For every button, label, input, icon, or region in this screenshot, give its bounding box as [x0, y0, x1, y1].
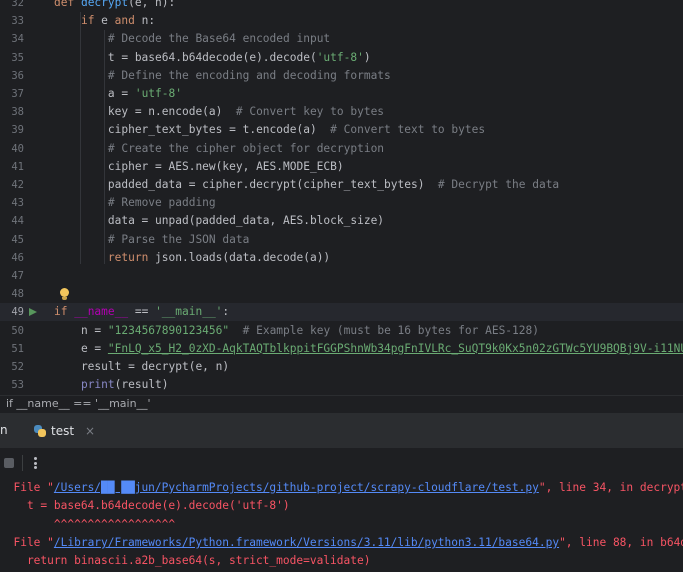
- more-icon[interactable]: [34, 457, 37, 469]
- line-number: 32: [11, 0, 24, 9]
- run-tool-window-label[interactable]: n: [0, 423, 8, 437]
- run-icon[interactable]: [29, 308, 37, 317]
- close-icon[interactable]: ×: [85, 424, 95, 438]
- line-number: 35: [11, 51, 24, 64]
- code-text: # Remove padding: [107, 196, 216, 210]
- tab-label: test: [51, 424, 75, 438]
- stop-icon[interactable]: [4, 458, 14, 468]
- console-output[interactable]: File "/Users/██ ██jun/PycharmProjects/gi…: [0, 478, 683, 572]
- code-text: def decrypt(e, n):: [54, 0, 176, 9]
- code-line[interactable]: 50 n = "1234567890123456" # Example key …: [0, 322, 683, 340]
- file-link[interactable]: /Users/██ ██jun/PycharmProjects/github-p…: [54, 481, 539, 494]
- line-number: 45: [11, 233, 24, 246]
- code-line[interactable]: 47: [0, 267, 683, 285]
- code-text: cipher = AES.new(key, AES.MODE_ECB): [54, 159, 344, 173]
- line-number: 50: [11, 324, 24, 337]
- bulb-icon[interactable]: [60, 288, 69, 301]
- code-line[interactable]: 34 # Decode the Base64 encoded input: [0, 30, 683, 48]
- code-line[interactable]: 43 # Remove padding: [0, 194, 683, 212]
- code-text: cipher_text_bytes = t.encode(a) # Conver…: [54, 123, 486, 137]
- code-line[interactable]: 52 result = decrypt(e, n): [0, 358, 683, 376]
- code-text: # Parse the JSON data: [107, 232, 250, 246]
- line-number: 38: [11, 106, 24, 119]
- breadcrumb[interactable]: if __name__ == '__main__': [0, 395, 683, 412]
- line-number: 46: [11, 251, 24, 264]
- console-line: File "/Library/Frameworks/Python.framewo…: [0, 535, 683, 549]
- code-line[interactable]: 41 cipher = AES.new(key, AES.MODE_ECB): [0, 158, 683, 176]
- line-number: 34: [11, 33, 24, 46]
- code-text: key = n.encode(a) # Convert key to bytes: [54, 105, 385, 119]
- line-number: 33: [11, 15, 24, 28]
- code-line[interactable]: 51 e = "FnLQ_x5_H2_0zXD-AqkTAQTblkppitFG…: [0, 340, 683, 358]
- code-text: a = 'utf-8': [54, 87, 182, 100]
- console-line: return binascii.a2b_base64(s, strict_mod…: [0, 554, 371, 568]
- toolbar-divider: [22, 455, 23, 471]
- code-text: padded_data = cipher.decrypt(cipher_text…: [54, 178, 560, 191]
- code-line[interactable]: 35 t = base64.b64decode(e).decode('utf-8…: [0, 49, 683, 67]
- line-number: 47: [11, 270, 24, 282]
- line-number: 37: [11, 88, 24, 100]
- line-number: 52: [11, 361, 24, 373]
- code-line[interactable]: 44 data = unpad(padded_data, AES.block_s…: [0, 212, 683, 230]
- run-toolbar: [0, 448, 683, 478]
- code-line[interactable]: 36 # Define the encoding and decoding fo…: [0, 67, 683, 85]
- line-number: 36: [11, 69, 24, 82]
- code-text: print(result): [80, 378, 169, 392]
- code-text: if __name__ == '__main__':: [54, 305, 230, 319]
- line-number: 42: [11, 179, 24, 191]
- line-number: 49: [11, 306, 24, 319]
- line-number: 53: [11, 379, 24, 392]
- line-number: 51: [11, 342, 24, 355]
- console-line: ^^^^^^^^^^^^^^^^^^: [0, 517, 176, 531]
- code-text: # Create the cipher object for decryptio…: [107, 141, 385, 155]
- code-line[interactable]: 37 a = 'utf-8': [0, 85, 683, 103]
- line-number: 44: [11, 215, 24, 228]
- console-line: File "/Users/██ ██jun/PycharmProjects/gi…: [0, 481, 683, 494]
- code-line[interactable]: 38 key = n.encode(a) # Convert key to by…: [0, 103, 683, 121]
- code-text: t = base64.b64decode(e).decode('utf-8'): [54, 50, 371, 64]
- code-text: n = "1234567890123456" # Example key (mu…: [54, 323, 539, 337]
- python-file-icon: [34, 425, 46, 437]
- code-line[interactable]: 53 print(result): [0, 376, 683, 394]
- file-link[interactable]: /Library/Frameworks/Python.framework/Ver…: [54, 536, 559, 549]
- console-line: t = base64.b64decode(e).decode('utf-8'): [0, 499, 290, 513]
- code-editor[interactable]: 32 def decrypt(e, n): 33 if e and n: 34 # D…: [0, 0, 683, 395]
- code-line[interactable]: 33 if e and n:: [0, 12, 683, 30]
- code-line[interactable]: 42 padded_data = cipher.decrypt(cipher_t…: [0, 176, 683, 194]
- line-number: 39: [11, 124, 24, 137]
- code-line[interactable]: 46 return json.loads(data.decode(a)): [0, 249, 683, 267]
- code-text: result = decrypt(e, n): [54, 360, 230, 373]
- code-line[interactable]: 49 if __name__ == '__main__':: [0, 303, 683, 322]
- code-text: # Decode the Base64 encoded input: [107, 32, 331, 46]
- code-line[interactable]: 40 # Create the cipher object for decryp…: [0, 140, 683, 158]
- line-number: 43: [11, 197, 24, 210]
- line-number: 48: [11, 288, 24, 301]
- code-text: data = unpad(padded_data, AES.block_size…: [54, 214, 385, 228]
- line-number: 40: [11, 142, 24, 155]
- code-line[interactable]: 32 def decrypt(e, n):: [0, 0, 683, 12]
- code-text: # Define the encoding and decoding forma…: [107, 68, 391, 82]
- code-text: return json.loads(data.decode(a)): [107, 250, 331, 264]
- line-number: 41: [11, 160, 24, 173]
- code-line[interactable]: 45 # Parse the JSON data: [0, 231, 683, 249]
- code-line[interactable]: 48: [0, 285, 683, 303]
- code-text: if e and n:: [80, 14, 156, 28]
- code-text: e = "FnLQ_x5_H2_0zXD-AqkTAQTblkppitFGGPS…: [54, 341, 683, 355]
- run-tool-window-header: n test ×: [0, 412, 683, 448]
- code-line[interactable]: 39 cipher_text_bytes = t.encode(a) # Con…: [0, 121, 683, 139]
- tab-test[interactable]: test ×: [34, 421, 95, 441]
